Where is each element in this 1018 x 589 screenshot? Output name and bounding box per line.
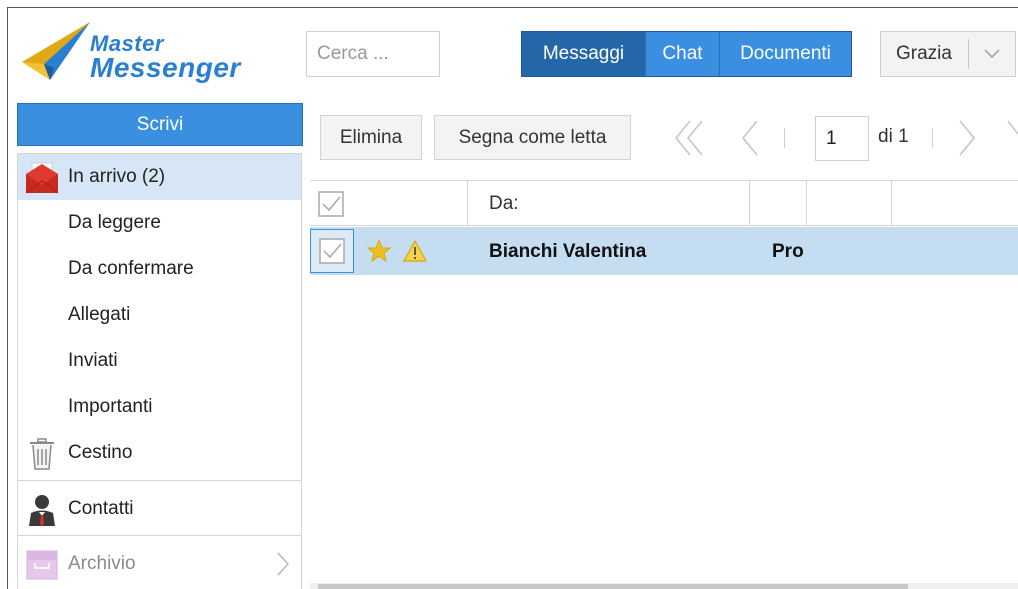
warning-icon [403, 240, 427, 262]
next-page-icon[interactable] [950, 118, 986, 158]
row-checkbox[interactable] [310, 229, 354, 273]
sidebar-item-inviati[interactable]: Inviati [18, 338, 301, 384]
sidebar-item-da-leggere[interactable]: Da leggere [18, 200, 301, 246]
first-page-icon[interactable] [672, 118, 708, 158]
pager-separator [932, 128, 933, 148]
chevron-right-icon [277, 552, 290, 576]
sidebar-divider [18, 535, 301, 536]
message-subject: Pro [772, 241, 804, 262]
sidebar-item-label: Contatti [68, 498, 134, 519]
previous-page-icon[interactable] [733, 118, 769, 158]
table-top-border [310, 180, 1018, 181]
column-divider [749, 180, 750, 225]
sidebar-item-label: Archivio [68, 553, 136, 574]
sidebar-item-label: Da leggere [68, 212, 161, 233]
last-page-icon[interactable] [1006, 118, 1018, 158]
logo-line-2: Messenger [90, 51, 241, 83]
select-all-checkbox[interactable] [318, 191, 344, 217]
sidebar-item-label: Cestino [68, 442, 133, 463]
sidebar-item-cestino[interactable]: Cestino [18, 430, 301, 476]
paper-plane-icon [22, 22, 90, 80]
sidebar-divider [18, 480, 301, 481]
column-divider [806, 180, 807, 225]
trash-icon [30, 438, 54, 470]
column-divider [467, 180, 468, 225]
logo-text: Master Messenger [90, 33, 241, 83]
contact-icon [29, 495, 55, 526]
sidebar-item-importanti[interactable]: Importanti [18, 384, 301, 430]
user-name: Grazia [896, 43, 952, 64]
envelope-icon [25, 162, 59, 194]
user-dropdown[interactable]: Grazia [880, 31, 1016, 77]
sidebar-item-label: Allegati [68, 304, 131, 325]
archive-icon [26, 550, 58, 580]
main-tabs: Messaggi Chat Documenti [521, 31, 852, 77]
sidebar-item-archivio[interactable]: Archivio [18, 541, 301, 587]
delete-button[interactable]: Elimina [320, 115, 422, 160]
tab-chat[interactable]: Chat [645, 32, 719, 76]
page-total: di 1 [878, 126, 909, 147]
sidebar: In arrivo (2) Da leggere Da confermare A… [17, 153, 302, 589]
tab-documenti[interactable]: Documenti [719, 32, 851, 76]
sidebar-item-label: Inviati [68, 350, 118, 371]
mark-read-button[interactable]: Segna come letta [434, 115, 631, 160]
sidebar-item-contatti[interactable]: Contatti [18, 486, 301, 532]
table-row[interactable]: Bianchi Valentina Pro [310, 227, 1018, 275]
sidebar-item-allegati[interactable]: Allegati [18, 292, 301, 338]
app-logo: Master Messenger [20, 18, 240, 88]
chevron-down-icon[interactable] [969, 49, 1015, 59]
sidebar-item-label: Da confermare [68, 258, 194, 279]
sidebar-item-inbox[interactable]: In arrivo (2) [18, 154, 301, 200]
search-input[interactable] [306, 31, 440, 77]
column-divider [891, 180, 892, 225]
page-number-input[interactable] [815, 116, 869, 161]
horizontal-scrollbar[interactable] [310, 583, 1018, 589]
scrollbar-thumb[interactable] [318, 584, 908, 589]
message-sender: Bianchi Valentina [489, 241, 647, 262]
pager-separator [784, 128, 785, 148]
compose-button[interactable]: Scrivi [17, 103, 303, 146]
column-header-from[interactable]: Da: [489, 193, 519, 215]
table-header-border [310, 225, 1018, 226]
sidebar-item-label: Importanti [68, 396, 153, 417]
sidebar-item-label: In arrivo (2) [68, 166, 166, 187]
star-icon[interactable] [367, 239, 391, 263]
tab-messaggi[interactable]: Messaggi [522, 32, 645, 76]
sidebar-item-da-confermare[interactable]: Da confermare [18, 246, 301, 292]
